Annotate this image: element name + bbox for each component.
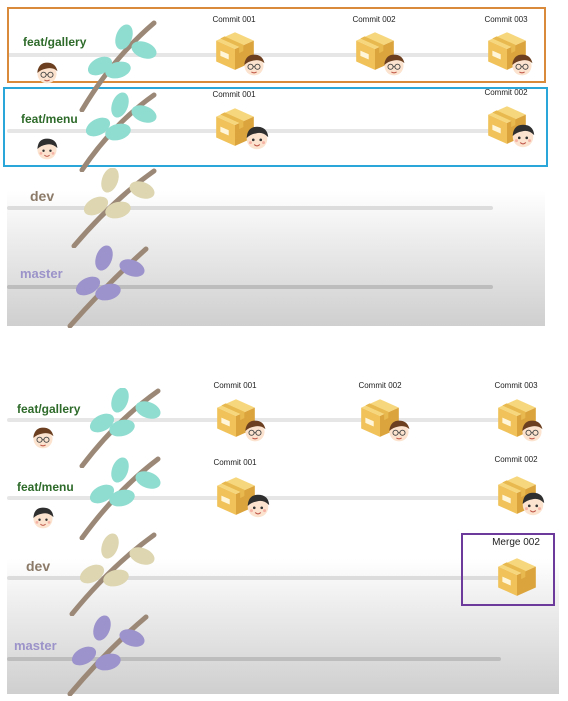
leaf-sprig-icon: [79, 92, 157, 172]
branch-label-feat-gallery: feat/gallery: [17, 402, 81, 416]
developer-avatar-icon: [386, 418, 412, 444]
developer-avatar-icon: [30, 505, 56, 531]
developer-avatar-icon: [242, 418, 268, 444]
branch-label-dev: dev: [30, 188, 55, 204]
commit-label: Commit 003: [494, 381, 538, 390]
developer-avatar-icon: [34, 60, 60, 86]
branch-label-dev: dev: [26, 558, 51, 574]
package-box-icon: [494, 554, 540, 598]
leaf-sprig-icon: [79, 456, 161, 540]
developer-avatar-icon: [381, 52, 407, 78]
commit-label: Commit 001: [213, 458, 257, 467]
leaf-sprig-icon: [67, 614, 149, 696]
developer-avatar-icon: [241, 52, 267, 78]
branch-label-master: master: [20, 266, 63, 281]
commit-label: Commit 002: [358, 381, 402, 390]
developer-avatar-icon: [30, 425, 56, 451]
developer-avatar-icon: [519, 490, 547, 518]
leaf-sprig-icon: [69, 532, 157, 616]
branch-label-master: master: [14, 638, 57, 653]
commit-label: Commit 001: [213, 381, 257, 390]
developer-avatar-icon: [509, 122, 537, 150]
developer-avatar-icon: [243, 124, 271, 152]
branch-label-feat-menu: feat/menu: [17, 480, 74, 494]
developer-avatar-icon: [519, 418, 545, 444]
developer-avatar-icon: [509, 52, 535, 78]
developer-avatar-icon: [34, 136, 60, 162]
developer-avatar-icon: [244, 492, 272, 520]
leaf-sprig-icon: [71, 168, 157, 248]
leaf-sprig-icon: [67, 245, 149, 328]
commit-label: Commit 002: [494, 455, 538, 464]
